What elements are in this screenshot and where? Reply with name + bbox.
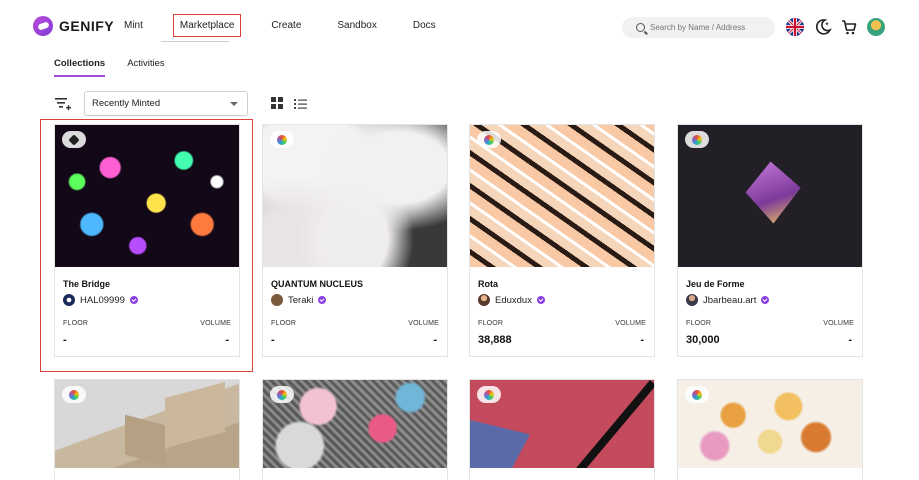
creator-avatar [271, 294, 283, 306]
nav-docs[interactable]: Docs [407, 15, 442, 36]
floor-label: FLOOR [478, 320, 504, 327]
creator-name: Eduxdux [495, 294, 532, 306]
chain-badge [477, 131, 501, 148]
collection-title: QUANTUM NUCLEUS [271, 279, 363, 289]
collection-image [678, 380, 862, 468]
verified-icon [318, 296, 327, 304]
collection-card[interactable]: QUANTUM NUCLEUS Teraki FLOOR VOLUME - - [262, 124, 448, 357]
collection-title: Jeu de Forme [686, 279, 745, 289]
collection-image [263, 125, 447, 267]
chain-icon [484, 134, 494, 145]
collection-card[interactable] [677, 379, 863, 480]
creator-link[interactable]: Jbarbeau.art [686, 294, 770, 306]
chain-icon [692, 134, 702, 145]
verified-icon [536, 296, 545, 304]
creator-link[interactable]: Teraki [271, 294, 327, 306]
floor-value: - [271, 334, 275, 346]
main-nav: Mint Marketplace Create Sandbox Docs [118, 14, 466, 37]
collection-image [470, 125, 654, 267]
search-bar[interactable] [622, 17, 775, 38]
collection-card[interactable]: Jeu de Forme Jbarbeau.art FLOOR VOLUME 3… [677, 124, 863, 357]
creator-avatar [686, 294, 698, 306]
grid-view-icon[interactable] [271, 97, 283, 109]
filter-icon[interactable] [55, 97, 71, 111]
floor-value: 30,000 [686, 334, 720, 346]
floor-label: FLOOR [271, 320, 297, 327]
creator-name: Teraki [288, 294, 314, 306]
search-input[interactable] [650, 23, 770, 32]
chain-badge [270, 131, 294, 148]
chain-icon [277, 389, 287, 400]
collection-image [55, 380, 239, 468]
creator-link[interactable]: Eduxdux [478, 294, 545, 306]
floor-label: FLOOR [686, 320, 712, 327]
collection-title: Rota [478, 279, 498, 289]
chain-badge [685, 131, 709, 148]
sort-dropdown[interactable]: Recently Minted [84, 91, 248, 116]
chain-icon [69, 389, 79, 400]
volume-label: VOLUME [408, 320, 439, 327]
tab-collections[interactable]: Collections [54, 58, 106, 77]
dark-mode-icon[interactable] [814, 18, 832, 36]
collection-card[interactable]: Rota Eduxdux FLOOR VOLUME 38,888 - [469, 124, 655, 357]
chain-badge [62, 386, 86, 403]
collection-card[interactable] [469, 379, 655, 480]
search-icon [636, 23, 645, 32]
selection-highlight [40, 119, 253, 372]
chain-icon [692, 389, 702, 400]
volume-value: - [433, 334, 437, 346]
logo-text: GENIFY [59, 18, 115, 34]
volume-value: - [848, 334, 852, 346]
creator-avatar [478, 294, 490, 306]
collection-image [263, 380, 447, 468]
cart-icon[interactable] [840, 18, 858, 36]
floor-value: 38,888 [478, 334, 512, 346]
nav-active-underline [161, 41, 229, 42]
verified-icon [761, 296, 770, 304]
top-header: GENIFY Mint Marketplace Create Sandbox D… [0, 0, 919, 55]
tab-activities[interactable]: Activities [127, 58, 164, 77]
language-flag-icon[interactable] [786, 18, 804, 36]
volume-label: VOLUME [823, 320, 854, 327]
nav-create[interactable]: Create [265, 15, 307, 36]
volume-label: VOLUME [615, 320, 646, 327]
collection-card[interactable] [54, 379, 240, 480]
collection-tabs: Collections Activities [54, 58, 165, 77]
chain-icon [484, 389, 494, 400]
collection-image [678, 125, 862, 267]
collection-image [470, 380, 654, 468]
nav-marketplace[interactable]: Marketplace [172, 14, 242, 37]
chain-badge [685, 386, 709, 403]
volume-value: - [640, 334, 644, 346]
sort-selected-value: Recently Minted [92, 98, 161, 109]
chain-badge [270, 386, 294, 403]
collection-card[interactable] [262, 379, 448, 480]
nav-sandbox[interactable]: Sandbox [331, 15, 382, 36]
chain-icon [277, 134, 287, 145]
genify-logo[interactable]: GENIFY [33, 16, 114, 36]
creator-name: Jbarbeau.art [703, 294, 757, 306]
user-avatar[interactable] [867, 18, 885, 36]
chain-badge [477, 386, 501, 403]
nav-mint[interactable]: Mint [118, 15, 149, 36]
chevron-down-icon [230, 102, 238, 106]
logo-icon [33, 16, 53, 36]
list-view-icon[interactable] [294, 97, 307, 109]
